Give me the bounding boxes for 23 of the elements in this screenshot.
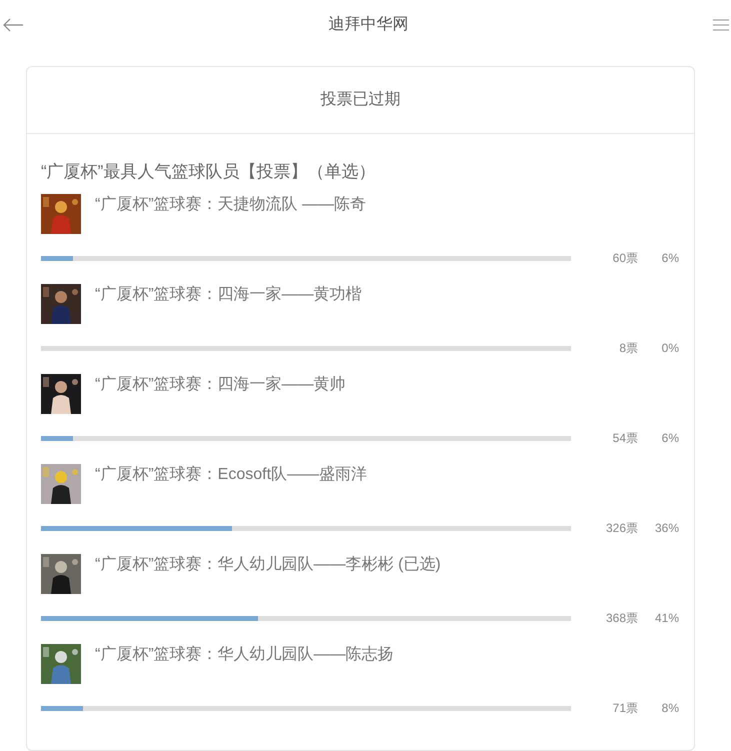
option-label: “广厦杯”篮球赛：四海一家——黄功楷 [95, 284, 362, 305]
vote-percent: 0% [660, 340, 679, 357]
vote-percent: 41% [654, 610, 679, 627]
vote-count: 54票 [612, 430, 638, 447]
menu-icon[interactable] [713, 19, 729, 31]
option-label: “广厦杯”篮球赛：天捷物流队 ——陈奇 [95, 194, 366, 215]
vote-count: 368票 [604, 610, 638, 627]
vote-percent: 6% [660, 250, 679, 267]
option-label: “广厦杯”篮球赛：华人幼儿园队——陈志扬 [95, 644, 394, 665]
back-icon[interactable] [2, 18, 24, 32]
option-label: “广厦杯”篮球赛：华人幼儿园队——李彬彬 (已选) [95, 554, 441, 575]
vote-count: 8票 [618, 340, 638, 357]
vote-percent: 36% [654, 520, 679, 537]
vote-count: 326票 [604, 520, 638, 537]
option-label: “广厦杯”篮球赛：Ecosoft队——盛雨洋 [95, 464, 368, 485]
poll-status: 投票已过期 [320, 90, 400, 110]
poll-question: “广厦杯”最具人气篮球队员【投票】（单选） [40, 161, 376, 183]
vote-count: 71票 [612, 700, 638, 717]
page-title: 迪拜中华网 [328, 14, 408, 35]
vote-percent: 6% [660, 430, 679, 447]
option-label: “广厦杯”篮球赛：四海一家——黄帅 [95, 374, 346, 395]
vote-percent: 8% [660, 700, 679, 717]
vote-count: 60票 [612, 250, 638, 267]
